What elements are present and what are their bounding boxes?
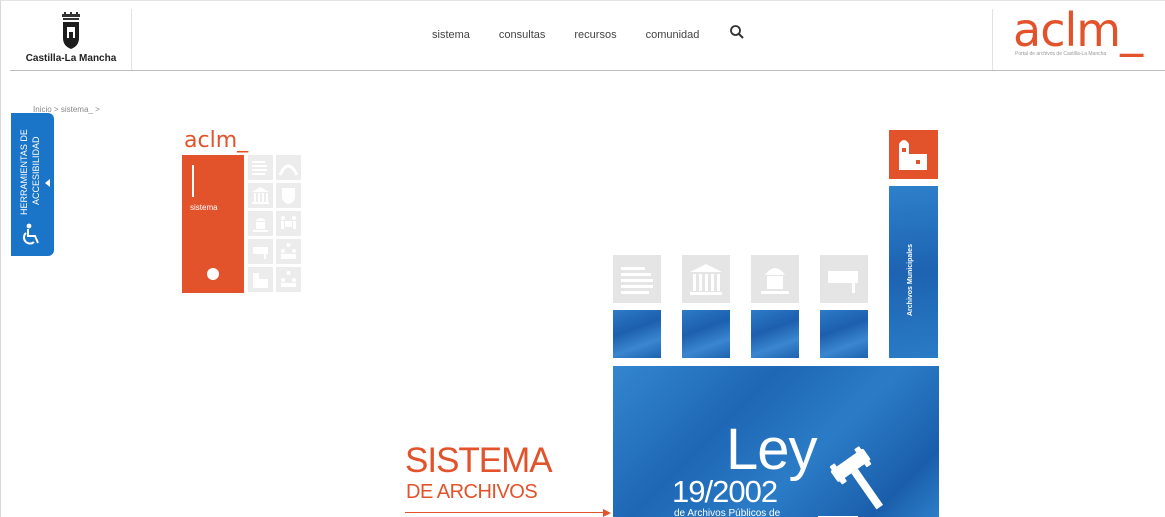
nav-sistema[interactable]: sistema [432, 29, 470, 41]
menu-tile-municipal[interactable] [248, 267, 273, 292]
wheelchair-icon [23, 223, 39, 245]
nav-consultas[interactable]: consultas [499, 29, 545, 41]
ley-title: Ley [726, 417, 818, 482]
diagram-blue-tile-1[interactable] [613, 310, 661, 358]
breadcrumb-current: sistema_ [60, 105, 93, 114]
community-icon [281, 243, 296, 259]
meeting-icon [281, 216, 296, 229]
breadcrumb-separator-end: > [95, 105, 100, 114]
ley-description: de Archivos Públicos de [674, 508, 781, 517]
sign-icon [253, 247, 268, 259]
menu-tile-building[interactable] [248, 183, 273, 208]
menu-tile-documents[interactable] [248, 155, 273, 180]
town-hall-icon [899, 140, 927, 170]
menu-tile-arch[interactable] [276, 155, 301, 180]
accessibility-tab-label: HERRAMIENTAS DE ACCESIBILIDAD [14, 117, 48, 217]
menu-tile-sign[interactable] [248, 239, 273, 264]
menu-tile-community[interactable] [276, 239, 301, 264]
search-button[interactable] [729, 24, 745, 40]
municipal-archives-label: Archivos Municipales [907, 244, 914, 316]
menu-tile-people[interactable] [276, 267, 301, 292]
shield-icon [282, 188, 295, 204]
arch-icon [278, 164, 299, 176]
site-header: Castilla-La Mancha sistema consultas rec… [10, 3, 1165, 71]
aclm-logo: aclm_ [1013, 3, 1143, 57]
menu-tile-shield[interactable] [276, 183, 301, 208]
documents-icon [252, 161, 267, 175]
diagram-blue-tile-3[interactable] [751, 310, 799, 358]
ley-number: 19/2002 [672, 474, 778, 509]
menu-tile-sistema-label: sistema [190, 203, 218, 212]
aclm-subtitle: Portal de archivos de Castilla-La Mancha [1015, 51, 1107, 57]
coat-of-arms-icon [62, 12, 80, 49]
monument-icon [761, 268, 789, 294]
jccm-logo[interactable]: Castilla-La Mancha [10, 9, 132, 70]
menu-tile-meeting[interactable] [276, 211, 301, 236]
town-hall-icon [253, 273, 268, 288]
menu-tile-monument[interactable] [248, 211, 273, 236]
people-icon [281, 271, 296, 287]
jccm-name: Castilla-La Mancha [25, 53, 117, 64]
active-dot-icon [207, 268, 219, 280]
ley-19-2002-panel[interactable]: Ley 19/2002 de Archivos Públicos de [613, 366, 939, 517]
documents-icon [621, 267, 653, 294]
diagram-tile-monument[interactable] [751, 255, 799, 303]
browser-viewport: Castilla-La Mancha sistema consultas rec… [0, 0, 1165, 517]
diagram-tile-building[interactable] [682, 255, 730, 303]
monument-icon [253, 218, 268, 232]
aclm-mini-logo: aclm_ [184, 128, 249, 153]
tile-accent-bar [192, 165, 194, 197]
chevron-left-icon [45, 179, 50, 187]
diagram-blue-tile-2[interactable] [682, 310, 730, 358]
building-icon [690, 264, 722, 295]
accessibility-label-line2: ACCESIBILIDAD [31, 136, 41, 205]
menu-tile-sistema[interactable]: sistema [182, 155, 244, 293]
nav-recursos[interactable]: recursos [574, 29, 616, 41]
aclm-brand[interactable]: aclm_ Portal de archivos de Castilla-La … [992, 3, 1165, 70]
sistema-subtitle: DE ARCHIVOS [406, 481, 538, 503]
main-nav: sistema consultas recursos comunidad [432, 24, 745, 43]
accessibility-tools-tab[interactable]: HERRAMIENTAS DE ACCESIBILIDAD [11, 113, 54, 256]
nav-comunidad[interactable]: comunidad [646, 29, 700, 41]
arrow-line [405, 512, 605, 513]
diagram-tile-sign[interactable] [820, 255, 868, 303]
breadcrumb-separator: > [53, 105, 59, 114]
municipal-archives-icon-tile[interactable] [889, 130, 938, 179]
arrow-right-icon [603, 509, 611, 517]
diagram-tile-documents[interactable] [613, 255, 661, 303]
diagram-blue-tile-4[interactable] [820, 310, 868, 358]
sign-icon [828, 271, 858, 293]
search-icon [730, 25, 745, 39]
sistema-title: SISTEMA [405, 441, 553, 480]
building-icon [252, 187, 269, 204]
accessibility-label-line1: HERRAMIENTAS DE [19, 129, 29, 215]
gavel-icon [818, 446, 884, 517]
municipal-archives-column[interactable]: Archivos Municipales [889, 186, 938, 358]
